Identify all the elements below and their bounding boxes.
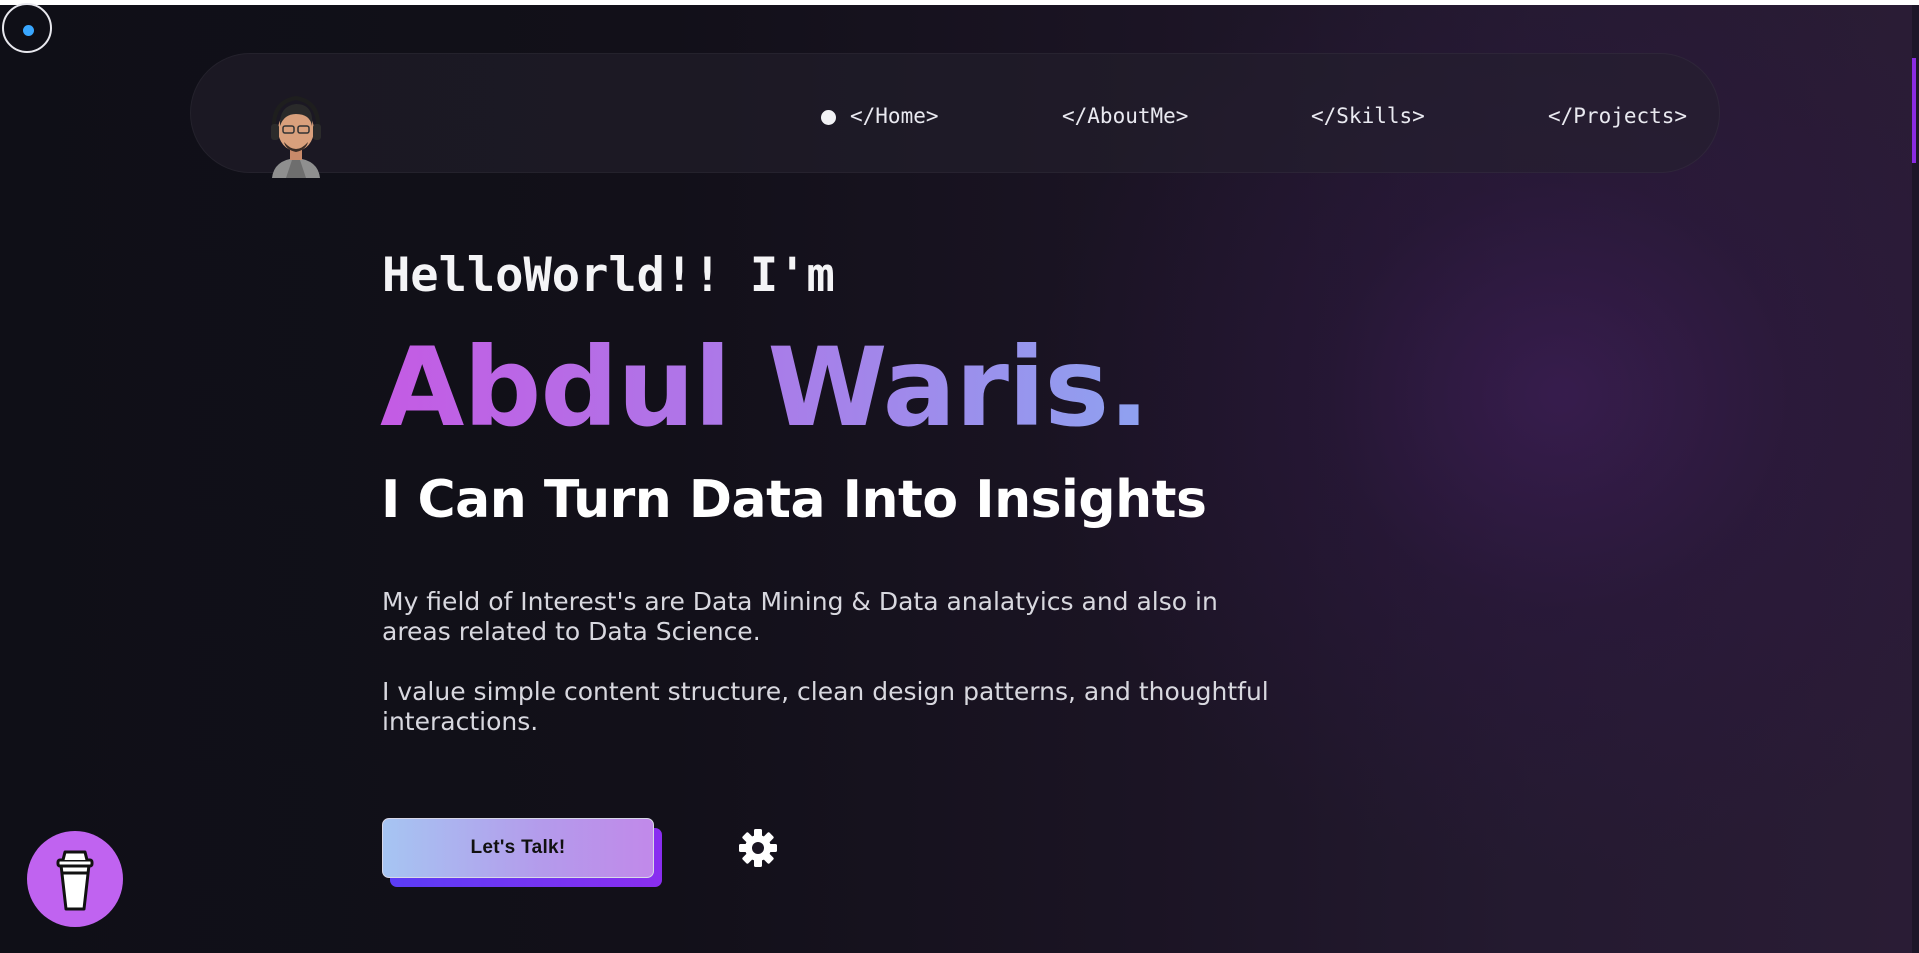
scrollbar[interactable] (1912, 5, 1919, 953)
navbar (190, 53, 1720, 173)
gear-icon[interactable] (738, 828, 778, 868)
hero-greeting: HelloWorld!! I'm (382, 248, 835, 303)
buy-me-a-coffee-button[interactable] (27, 831, 123, 927)
coffee-cup-icon (56, 850, 94, 911)
nav-item-skills[interactable]: </Skills> (1311, 104, 1425, 128)
nav-active-indicator (821, 110, 836, 125)
hero-values-paragraph: I value simple content structure, clean … (382, 677, 1269, 736)
scrollbar-thumb[interactable] (1912, 58, 1916, 163)
hero-name: Abdul Waris. (380, 324, 1150, 451)
lets-talk-button[interactable]: Let's Talk! (382, 818, 654, 878)
hero-tagline: I Can Turn Data Into Insights (381, 470, 1207, 530)
nav-item-home[interactable]: </Home> (850, 104, 939, 128)
cursor-ring-icon (2, 3, 52, 53)
nav-item-aboutme[interactable]: </AboutMe> (1062, 104, 1188, 128)
hero-interest-paragraph: My field of Interest's are Data Mining &… (382, 587, 1218, 646)
avatar[interactable] (262, 90, 330, 178)
nav-item-projects[interactable]: </Projects> (1548, 104, 1687, 128)
cursor-dot-icon (23, 25, 34, 36)
